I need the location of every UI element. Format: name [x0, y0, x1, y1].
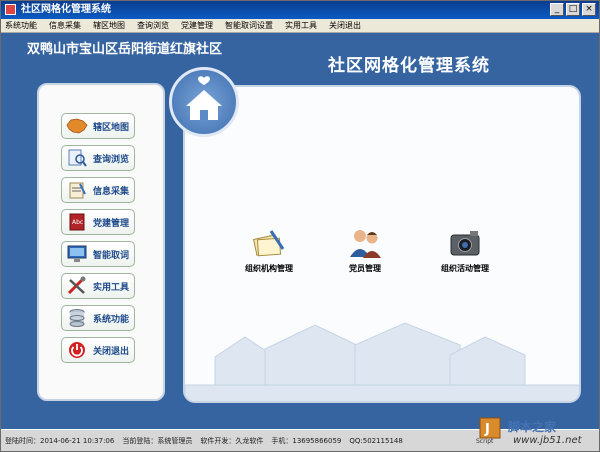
system-title: 社区网格化管理系统 — [328, 56, 490, 76]
monitor-icon — [65, 244, 89, 264]
sidebar-item-query-browse[interactable]: 查询浏览 — [61, 145, 135, 171]
close-button[interactable]: × — [582, 3, 596, 16]
title-bar: 社区网格化管理系统 _ □ × — [1, 1, 599, 19]
content-panel: 组织机构管理 党员管理 组织活动管理 — [183, 85, 581, 403]
community-name: 双鸭山市宝山区岳阳街道红旗社区 — [27, 42, 223, 57]
china-map-icon — [65, 116, 89, 136]
sidebar-item-label: 党建管理 — [93, 218, 130, 229]
menu-exit[interactable]: 关闭退出 — [329, 20, 361, 31]
watermark-logo: J Script — [476, 416, 504, 446]
sidebar-item-label: 查询浏览 — [93, 154, 130, 165]
module-label: 组织机构管理 — [245, 264, 293, 273]
clipboard-icon — [65, 180, 89, 200]
sidebar-item-utilities[interactable]: 实用工具 — [61, 273, 135, 299]
developer-info: 软件开发：久龙软件 — [200, 436, 264, 445]
sidebar-item-system-functions[interactable]: 系统功能 — [61, 305, 135, 331]
main-area: 双鸭山市宝山区岳阳街道红旗社区 社区网格化管理系统 辖区地图 查询浏览 信息采集… — [1, 33, 599, 429]
window-controls: _ □ × — [550, 3, 596, 16]
app-window: 社区网格化管理系统 _ □ × 系统功能 信息采集 辖区地图 查询浏览 党建管理… — [0, 0, 600, 452]
qq-info: QQ:502115148 — [349, 436, 403, 445]
watermark-url: www.jb51.net — [513, 435, 582, 446]
module-label: 组织活动管理 — [441, 264, 489, 273]
sidebar-item-exit[interactable]: 关闭退出 — [61, 337, 135, 363]
menu-smart-word-settings[interactable]: 智能取词设置 — [225, 20, 273, 31]
power-icon — [65, 340, 89, 360]
book-icon: Abc — [65, 212, 89, 232]
phone-info: 手机：13695866059 — [271, 436, 342, 445]
watermark-script-label: Script — [476, 438, 494, 445]
maximize-button[interactable]: □ — [566, 3, 580, 16]
people-icon — [345, 227, 385, 259]
minimize-button[interactable]: _ — [550, 3, 564, 16]
sidebar: 辖区地图 查询浏览 信息采集 Abc 党建管理 智能取词 实用工具 系统功能 关… — [37, 83, 165, 401]
menu-system-functions[interactable]: 系统功能 — [5, 20, 37, 31]
search-document-icon — [65, 148, 89, 168]
menu-utilities[interactable]: 实用工具 — [285, 20, 317, 31]
sidebar-item-label: 系统功能 — [93, 314, 130, 325]
sidebar-item-party-management[interactable]: Abc 党建管理 — [61, 209, 135, 235]
camera-icon — [445, 227, 485, 259]
sidebar-item-label: 关闭退出 — [93, 346, 130, 357]
menu-party-management[interactable]: 党建管理 — [181, 20, 213, 31]
menu-query-browse[interactable]: 查询浏览 — [137, 20, 169, 31]
window-title: 社区网格化管理系统 — [21, 4, 111, 15]
app-icon — [5, 4, 16, 15]
sidebar-item-smart-word[interactable]: 智能取词 — [61, 241, 135, 267]
watermark-text: 脚本之家 — [508, 420, 557, 434]
module-organization-activities[interactable]: 组织活动管理 — [441, 227, 489, 274]
module-party-members[interactable]: 党员管理 — [345, 227, 385, 274]
menu-bar: 系统功能 信息采集 辖区地图 查询浏览 党建管理 智能取词设置 实用工具 关闭退… — [1, 19, 599, 33]
sidebar-item-label: 信息采集 — [93, 186, 130, 197]
module-organization[interactable]: 组织机构管理 — [245, 227, 293, 274]
menu-info-collection[interactable]: 信息采集 — [49, 20, 81, 31]
sidebar-item-label: 实用工具 — [93, 282, 130, 293]
module-label: 党员管理 — [349, 264, 381, 273]
tools-icon — [65, 276, 89, 296]
login-time: 登陆时间：2014-06-21 10:37:06 — [5, 436, 115, 445]
house-logo — [169, 67, 239, 137]
watermark: J Script 脚本之家 www.jb51.net — [476, 414, 596, 450]
svg-text:J: J — [484, 422, 490, 437]
sidebar-item-info-collection[interactable]: 信息采集 — [61, 177, 135, 203]
current-user: 当前登陆：系统管理员 — [122, 436, 193, 445]
sidebar-item-label: 智能取词 — [93, 250, 130, 261]
sidebar-item-label: 辖区地图 — [93, 122, 130, 133]
documents-pen-icon — [249, 227, 289, 259]
sidebar-item-district-map[interactable]: 辖区地图 — [61, 113, 135, 139]
svg-text:Abc: Abc — [72, 219, 83, 226]
menu-district-map[interactable]: 辖区地图 — [93, 20, 125, 31]
database-icon — [65, 308, 89, 328]
